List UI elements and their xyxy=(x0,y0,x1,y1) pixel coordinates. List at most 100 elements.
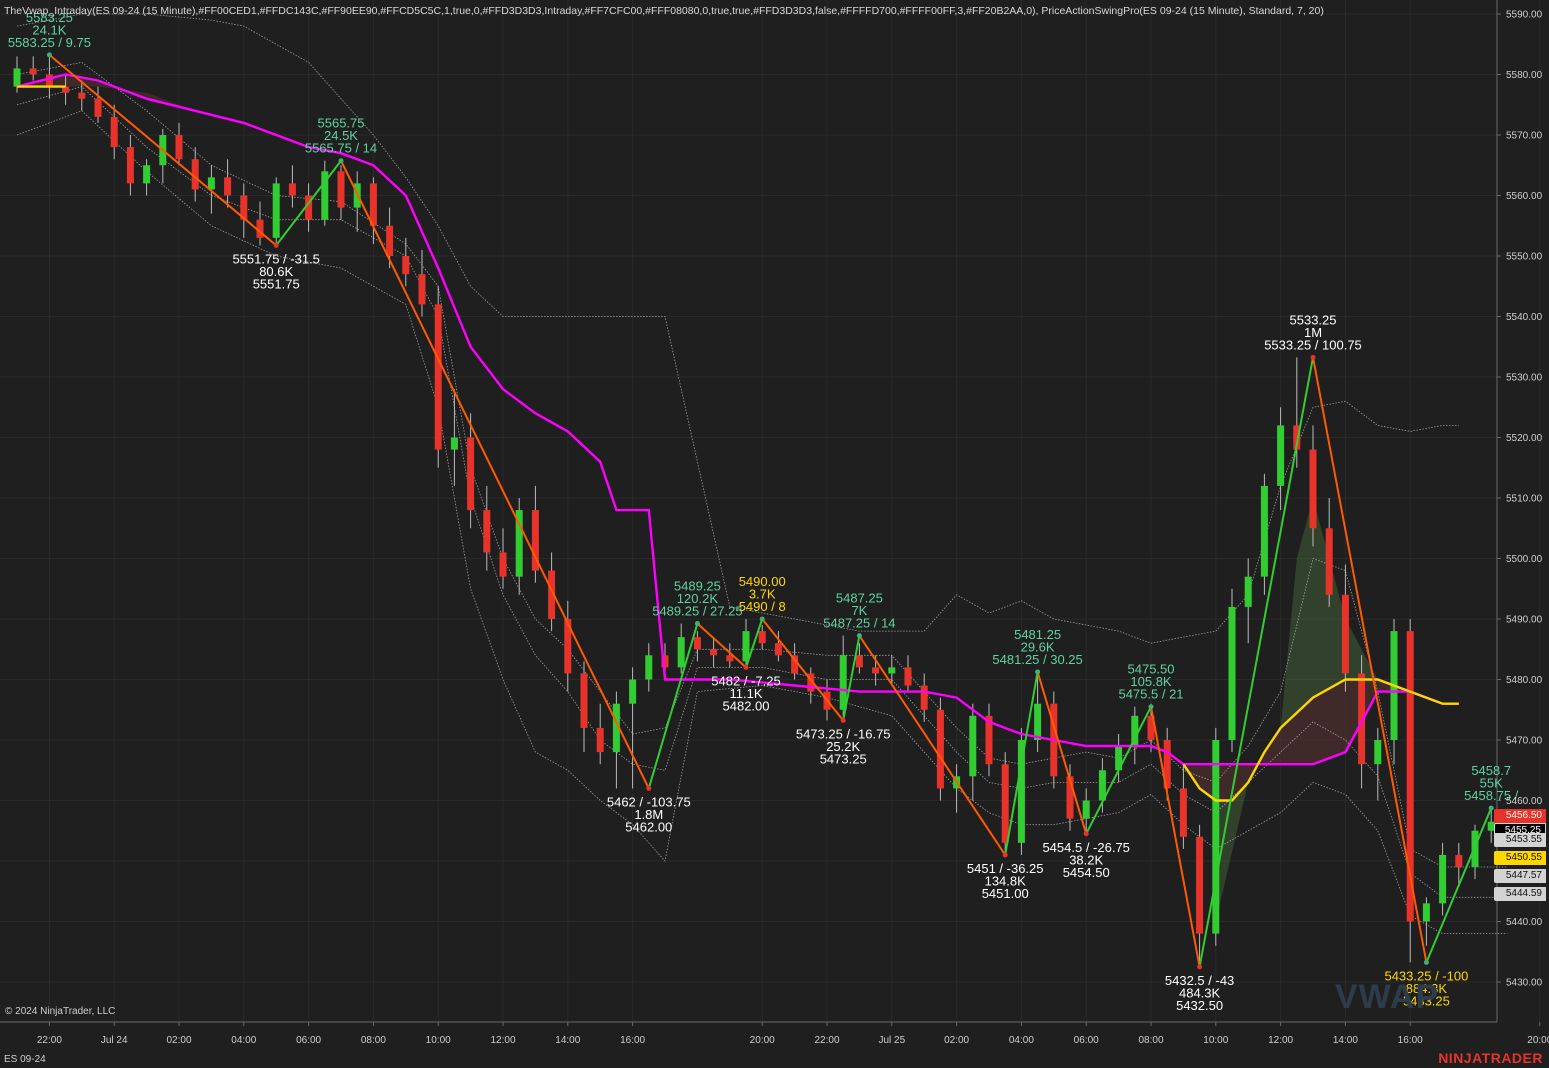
candle-body xyxy=(855,655,863,668)
y-tick-label: 5550.00 xyxy=(1506,252,1543,263)
swing-label: 5432.50 xyxy=(1176,998,1223,1013)
candle-body xyxy=(78,92,86,99)
candle-body xyxy=(45,74,53,87)
candle-body xyxy=(920,685,928,710)
swing-label: 5482.00 xyxy=(723,698,770,713)
candle xyxy=(1098,758,1106,813)
price-tag: 5450.55 xyxy=(1494,851,1546,865)
candle xyxy=(1341,564,1349,692)
swing-line xyxy=(1085,706,1152,835)
candle xyxy=(256,201,264,246)
candle xyxy=(1309,425,1317,547)
swing-line xyxy=(1425,807,1493,963)
candle xyxy=(240,183,248,238)
swing-label: 5489.25 / 27.25 xyxy=(652,604,742,619)
candle xyxy=(434,286,442,468)
candle-body xyxy=(710,649,718,656)
candle-body xyxy=(1439,854,1447,904)
candle xyxy=(985,703,993,777)
price-tag: 5447.57 xyxy=(1494,869,1546,883)
candle-body xyxy=(758,631,766,644)
candle-body xyxy=(1455,854,1463,868)
price-tag: 5456.50 xyxy=(1494,809,1546,823)
candle xyxy=(580,661,588,753)
swing-label: 5475.5 / 21 xyxy=(1118,687,1183,702)
candle xyxy=(1422,897,1430,946)
candle xyxy=(353,171,361,232)
swing-label: 5490 / 8 xyxy=(739,599,786,614)
y-tick-label: 5440.00 xyxy=(1506,917,1543,928)
candle xyxy=(1260,473,1268,595)
candle xyxy=(1196,824,1204,967)
x-tick-label: 12:00 xyxy=(490,1035,515,1046)
candle-body xyxy=(110,116,118,148)
candle-body xyxy=(1341,594,1349,674)
swing-line xyxy=(48,54,277,247)
candle xyxy=(677,623,685,674)
candle-body xyxy=(1001,764,1009,843)
x-tick-label: 04:00 xyxy=(231,1035,256,1046)
candle xyxy=(596,703,604,765)
y-tick-label: 5530.00 xyxy=(1506,373,1543,384)
candle-body xyxy=(13,68,21,87)
swing-dot xyxy=(694,621,700,627)
grid-lines xyxy=(0,0,1541,1022)
candle-body xyxy=(1277,425,1285,486)
candle xyxy=(645,643,653,692)
x-tick-label: 16:00 xyxy=(620,1035,645,1046)
y-tick-label: 5570.00 xyxy=(1506,131,1543,142)
candle xyxy=(531,485,539,583)
x-tick-label: 22:00 xyxy=(37,1035,62,1046)
candle xyxy=(693,631,701,662)
candle-body xyxy=(872,667,880,674)
y-tick-label: 5480.00 xyxy=(1506,675,1543,686)
candle-body xyxy=(742,631,750,662)
x-tick-label: 14:00 xyxy=(1333,1035,1358,1046)
swing-label: 5451.00 xyxy=(982,886,1029,901)
candle-body xyxy=(402,256,410,275)
price-chart[interactable]: 5583.2524.1K5583.25 / 9.755551.75 / -31.… xyxy=(0,0,1549,1068)
swing-dot xyxy=(1488,805,1494,811)
candle-body xyxy=(1179,788,1187,837)
candle-body xyxy=(1422,903,1430,922)
candle xyxy=(1325,498,1333,607)
candle xyxy=(126,135,134,196)
candle-body xyxy=(175,135,183,160)
candle xyxy=(629,667,637,789)
candle xyxy=(337,165,345,220)
swing-label: 5583.25 / 9.75 xyxy=(8,35,91,50)
x-tick-label: 12:00 xyxy=(1268,1035,1293,1046)
candle-body xyxy=(126,147,134,184)
candle xyxy=(94,86,102,123)
x-tick-label: 08:00 xyxy=(1138,1035,1163,1046)
x-tick-label: 06:00 xyxy=(296,1035,321,1046)
chart-canvas[interactable]: 5583.25 24.1K 5583.25 / 9.75 5551.75 / -31.… xyxy=(0,0,1549,1068)
candle xyxy=(321,160,329,226)
y-tick-label: 5560.00 xyxy=(1506,191,1543,202)
candle-body xyxy=(467,437,475,511)
swing-dot xyxy=(1002,852,1008,858)
candle-body xyxy=(774,643,782,656)
candle-body xyxy=(143,165,151,184)
swing-dot xyxy=(273,242,279,248)
swing-line xyxy=(1036,671,1088,835)
candle-body xyxy=(1374,740,1382,765)
candle xyxy=(224,159,232,208)
candle-body xyxy=(693,637,701,650)
swing-dot xyxy=(840,717,846,723)
candle-body xyxy=(1244,576,1252,607)
swing-line xyxy=(858,635,1007,856)
x-tick-label: 20:00 xyxy=(750,1035,775,1046)
x-tick-label: 04:00 xyxy=(1009,1035,1034,1046)
y-tick-label: 5510.00 xyxy=(1506,494,1543,505)
candle-body xyxy=(29,68,37,75)
swing-dot xyxy=(646,785,652,791)
candle xyxy=(402,237,410,287)
candle-body xyxy=(580,673,588,728)
candle-body xyxy=(483,510,491,553)
x-tick-label: 02:00 xyxy=(166,1035,191,1046)
y-tick-label: 5500.00 xyxy=(1506,554,1543,565)
swing-dot xyxy=(856,633,862,639)
x-tick-label: 10:00 xyxy=(1203,1035,1228,1046)
swing-dot xyxy=(759,616,765,622)
